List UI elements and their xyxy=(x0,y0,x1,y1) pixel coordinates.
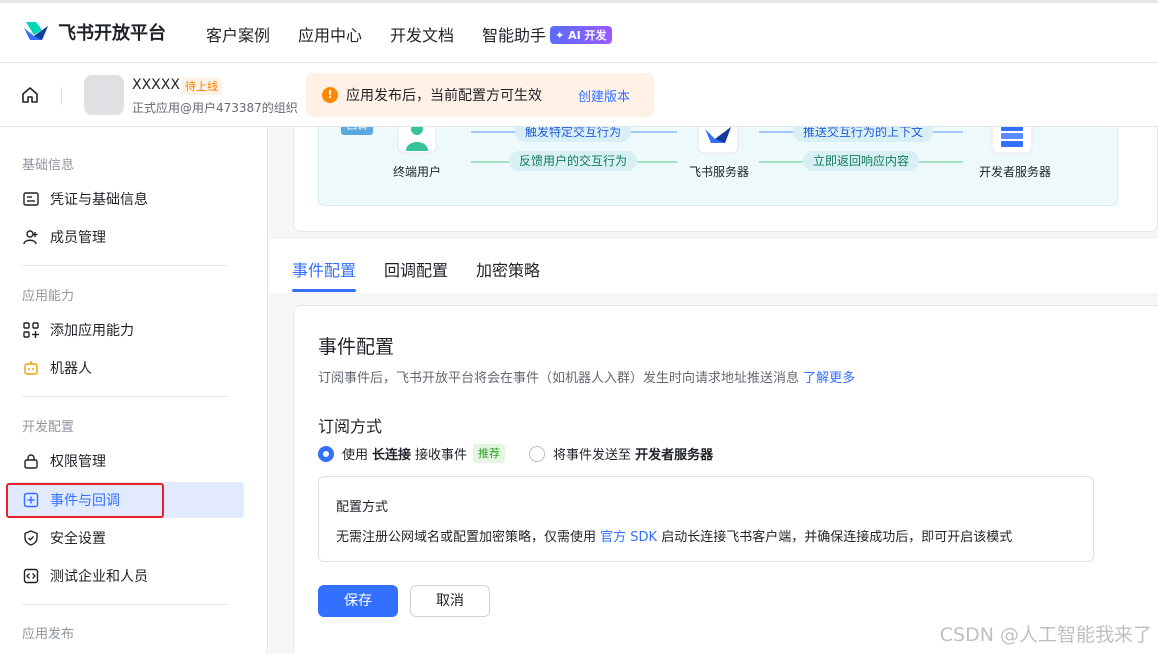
flow-diagram-card: 回调 终端用户 触发特定交互行为 反馈用户的交互行为 飞书服务器 推送交互行为的… xyxy=(293,127,1158,232)
tab-callback-config[interactable]: 回调配置 xyxy=(384,257,448,281)
callback-tag: 回调 xyxy=(341,127,373,135)
main-content: 回调 终端用户 触发特定交互行为 反馈用户的交互行为 飞书服务器 推送交互行为的… xyxy=(269,127,1158,654)
nav-item-app-center[interactable]: 应用中心 xyxy=(298,22,362,46)
option2-pre: 将事件发送至 xyxy=(553,448,632,463)
flow-diagram: 回调 终端用户 触发特定交互行为 反馈用户的交互行为 飞书服务器 推送交互行为的… xyxy=(318,127,1118,206)
publish-notice: ! 应用发布后，当前配置方可生效 创建版本 xyxy=(306,73,654,117)
nav-item-assistant[interactable]: 智能助手 ✦ AI 开发 xyxy=(482,22,612,46)
end-user-label: 终端用户 xyxy=(393,165,442,179)
sidebar-item-testing[interactable]: 测试企业和人员 xyxy=(8,558,244,594)
sidebar-item-label: 机器人 xyxy=(50,361,92,377)
watermark: CSDN @人工智能我来了 xyxy=(939,624,1152,646)
nav-item-assistant-label: 智能助手 xyxy=(482,26,547,45)
warning-icon: ! xyxy=(322,87,338,103)
brand-name: 飞书开放平台 xyxy=(58,23,166,44)
config-mode-title: 配置方式 xyxy=(336,500,389,515)
app-avatar xyxy=(84,75,124,115)
option1-post: 接收事件 xyxy=(415,448,468,463)
notice-text: 应用发布后，当前配置方可生效 xyxy=(346,88,542,104)
sidebar-item-label: 权限管理 xyxy=(50,454,106,470)
dev-server-radio[interactable] xyxy=(529,445,546,462)
sidebar-group-basic: 基础信息 xyxy=(22,158,75,173)
app-header: XXXXX 待上线 正式应用@用户473387的组织 ! 应用发布后，当前配置方… xyxy=(0,63,1158,127)
sidebar-group-ability: 应用能力 xyxy=(22,289,75,304)
top-navigation: 飞书开放平台 客户案例 应用中心 开发文档 智能助手 ✦ AI 开发 xyxy=(0,0,1158,63)
sidebar-group-dev: 开发配置 xyxy=(22,420,75,435)
sidebar-item-security[interactable]: 安全设置 xyxy=(8,520,244,556)
highlight-annotation xyxy=(6,483,164,518)
id-card-icon xyxy=(22,190,40,208)
create-version-link[interactable]: 创建版本 xyxy=(578,86,630,105)
dev-server-icon xyxy=(991,127,1033,154)
home-icon[interactable] xyxy=(20,85,40,105)
tab-event-config[interactable]: 事件配置 xyxy=(292,257,356,281)
sidebar: 基础信息 凭证与基础信息 成员管理 应用能力 添加应用能力 机器人 开发配置 权… xyxy=(0,127,268,654)
sidebar-divider xyxy=(22,604,228,605)
section-description: 订阅事件后，飞书开放平台将会在事件（如机器人入群）发生时向请求地址推送消息 了解… xyxy=(318,367,855,386)
sidebar-item-bot[interactable]: 机器人 xyxy=(8,350,244,386)
brand-logo[interactable]: 飞书开放平台 xyxy=(22,19,166,45)
sidebar-item-permissions[interactable]: 权限管理 xyxy=(8,443,244,479)
dev-server-label: 开发者服务器 xyxy=(979,165,1052,179)
feishu-server-label: 飞书服务器 xyxy=(689,165,750,179)
event-config-card: 事件配置 订阅事件后，飞书开放平台将会在事件（如机器人入群）发生时向请求地址推送… xyxy=(293,305,1158,654)
mode-desc-pre: 无需注册公网域名或配置加密策略，仅需使用 xyxy=(336,530,597,545)
shield-icon xyxy=(22,529,40,547)
option1-bold: 长连接 xyxy=(372,448,412,463)
chip-return: 立即返回响应内容 xyxy=(803,151,920,171)
official-sdk-link[interactable]: 官方 SDK xyxy=(600,530,657,545)
recommend-badge: 推荐 xyxy=(473,444,506,463)
tab-active-indicator xyxy=(292,289,356,292)
add-member-icon xyxy=(22,228,40,246)
main-nav: 客户案例 应用中心 开发文档 智能助手 ✦ AI 开发 xyxy=(206,22,612,46)
chip-feedback: 反馈用户的交互行为 xyxy=(509,151,638,171)
chip-push: 推送交互行为的上下文 xyxy=(793,127,934,142)
description-text: 订阅事件后，飞书开放平台将会在事件（如机器人入群）发生时向请求地址推送消息 xyxy=(318,371,800,386)
mode-desc-post: 启动长连接飞书客户端，并确保连接成功后，即可开启该模式 xyxy=(661,530,1013,545)
nav-item-cases[interactable]: 客户案例 xyxy=(206,22,270,46)
nav-item-docs[interactable]: 开发文档 xyxy=(390,22,454,46)
feishu-server-icon xyxy=(697,127,739,154)
chip-trigger: 触发特定交互行为 xyxy=(515,127,632,142)
section-title: 事件配置 xyxy=(318,336,395,358)
feishu-logo-icon xyxy=(24,22,48,40)
sidebar-item-label: 测试企业和人员 xyxy=(50,569,148,585)
sidebar-item-label: 添加应用能力 xyxy=(50,323,134,339)
grid-plus-icon xyxy=(22,321,40,339)
sidebar-item-label: 凭证与基础信息 xyxy=(50,192,148,208)
sidebar-item-label: 安全设置 xyxy=(50,531,106,547)
option2-bold: 开发者服务器 xyxy=(635,448,714,463)
option1-pre: 使用 xyxy=(342,448,369,463)
save-button[interactable]: 保存 xyxy=(318,585,398,617)
robot-icon xyxy=(22,359,40,377)
sidebar-item-label: 成员管理 xyxy=(50,230,106,246)
sidebar-divider xyxy=(22,396,228,397)
app-name: XXXXX xyxy=(132,77,180,93)
end-user-icon xyxy=(397,127,437,154)
subscribe-method-options: 使用 长连接 接收事件 推荐 将事件发送至 开发者服务器 xyxy=(318,444,713,463)
sidebar-item-members[interactable]: 成员管理 xyxy=(8,219,244,255)
sidebar-item-credentials[interactable]: 凭证与基础信息 xyxy=(8,181,244,217)
sidebar-item-add-ability[interactable]: 添加应用能力 xyxy=(8,312,244,348)
learn-more-link[interactable]: 了解更多 xyxy=(803,371,855,386)
app-subtitle: 正式应用@用户473387的组织 xyxy=(132,101,298,115)
sidebar-group-publish: 应用发布 xyxy=(22,627,75,642)
code-icon xyxy=(22,567,40,585)
ai-dev-badge: ✦ AI 开发 xyxy=(550,26,612,44)
long-connection-radio[interactable] xyxy=(318,445,334,462)
tab-encryption[interactable]: 加密策略 xyxy=(476,257,540,281)
status-badge: 待上线 xyxy=(181,78,222,95)
lock-icon xyxy=(22,452,40,470)
header-divider xyxy=(61,87,62,105)
config-mode-box: 配置方式 无需注册公网域名或配置加密策略，仅需使用 官方 SDK 启动长连接飞书… xyxy=(318,476,1094,562)
config-mode-description: 无需注册公网域名或配置加密策略，仅需使用 官方 SDK 启动长连接飞书客户端，并… xyxy=(336,526,1012,545)
subscribe-method-title: 订阅方式 xyxy=(318,417,383,436)
tabs-bar: 事件配置 回调配置 加密策略 xyxy=(269,239,1158,293)
cancel-button[interactable]: 取消 xyxy=(410,585,490,617)
sidebar-divider xyxy=(22,265,228,266)
